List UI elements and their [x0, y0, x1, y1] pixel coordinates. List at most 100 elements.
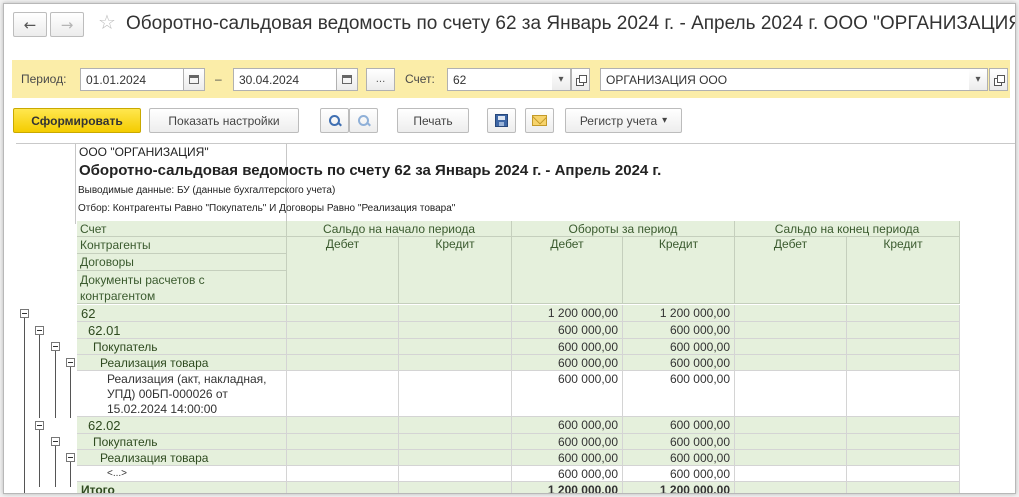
- collapse-icon[interactable]: [66, 453, 75, 462]
- collapse-icon[interactable]: [51, 342, 60, 351]
- closing-debit-cell: [735, 466, 847, 482]
- report-organization: ООО "ОРГАНИЗАЦИЯ": [79, 145, 209, 159]
- turnover-credit-cell: 600 000,00: [623, 355, 735, 371]
- date-from-input[interactable]: 01.01.2024: [80, 68, 184, 91]
- closing-credit-cell: [847, 417, 960, 434]
- tree-line: [55, 350, 56, 418]
- date-from-calendar-button[interactable]: [183, 68, 205, 91]
- send-email-button[interactable]: [525, 108, 554, 133]
- report-output-data: Выводимые данные: БУ (данные бухгалтерск…: [78, 185, 336, 196]
- search-icon: [328, 114, 341, 127]
- favorite-star-icon[interactable]: ☆: [98, 10, 116, 34]
- opening-debit-cell: [287, 305, 399, 322]
- table-row[interactable]: Покупатель 600 000,00 600 000,00: [16, 434, 960, 450]
- collapse-icon[interactable]: [20, 309, 29, 318]
- opening-debit-cell: [287, 417, 399, 434]
- tree-line: [24, 317, 25, 493]
- date-to-input[interactable]: 30.04.2024: [233, 68, 337, 91]
- date-to-calendar-button[interactable]: [336, 68, 358, 91]
- turnover-credit-cell: 600 000,00: [623, 371, 735, 417]
- closing-credit-cell: [847, 434, 960, 450]
- collapse-icon[interactable]: [51, 437, 60, 446]
- table-row[interactable]: 62.02 600 000,00 600 000,00: [16, 417, 960, 434]
- envelope-icon: [532, 115, 547, 126]
- generate-button[interactable]: Сформировать: [13, 108, 141, 133]
- show-settings-button[interactable]: Показать настройки: [149, 108, 299, 133]
- collapse-icon[interactable]: [35, 326, 44, 335]
- turnover-debit-cell: 1 200 000,00: [512, 305, 623, 322]
- organization-open-button[interactable]: [989, 68, 1008, 91]
- organization-input[interactable]: ОРГАНИЗАЦИЯ ООО: [600, 68, 970, 91]
- opening-credit-cell: [399, 417, 512, 434]
- opening-credit-cell: [399, 434, 512, 450]
- column-header-turnover-debit: Дебет: [512, 237, 623, 304]
- closing-credit-cell: [847, 371, 960, 417]
- closing-debit-cell: [735, 482, 847, 493]
- organization-dropdown-button[interactable]: ▾: [969, 68, 988, 91]
- collapse-icon[interactable]: [35, 421, 44, 430]
- column-header-contracts: Договоры: [77, 254, 287, 271]
- closing-credit-cell: [847, 339, 960, 355]
- row-label: Реализация (акт, накладная, УПД) 00БП-00…: [77, 371, 287, 417]
- opening-debit-cell: [287, 434, 399, 450]
- search-cancel-button[interactable]: [349, 108, 378, 133]
- period-select-button[interactable]: ...: [366, 68, 395, 91]
- turnover-credit-cell: 600 000,00: [623, 450, 735, 466]
- closing-debit-cell: [735, 371, 847, 417]
- chevron-down-icon: ▾: [662, 115, 668, 126]
- table-row[interactable]: Реализация товара 600 000,00 600 000,00: [16, 355, 960, 371]
- search-button[interactable]: [320, 108, 349, 133]
- column-header-counterparties: Контрагенты: [77, 237, 287, 254]
- tree-line: [39, 334, 40, 418]
- opening-debit-cell: [287, 482, 399, 493]
- table-row[interactable]: Реализация (акт, накладная, УПД) 00БП-00…: [16, 371, 960, 417]
- account-dropdown-button[interactable]: ▾: [552, 68, 571, 91]
- closing-credit-cell: [847, 450, 960, 466]
- document-line: Реализация (акт, накладная,: [107, 372, 267, 386]
- collapse-icon[interactable]: [66, 358, 75, 367]
- grid-line: [75, 144, 76, 224]
- grouping-tree: [16, 305, 78, 493]
- document-line: 15.02.2024 14:00:00: [107, 402, 218, 416]
- tree-line: [70, 366, 71, 418]
- account-open-button[interactable]: [571, 68, 590, 91]
- column-header-documents-line: Документы расчетов с: [80, 273, 205, 287]
- search-clear-icon: [357, 114, 370, 127]
- print-button[interactable]: Печать: [397, 108, 469, 133]
- turnover-credit-cell: 600 000,00: [623, 417, 735, 434]
- closing-credit-cell: [847, 355, 960, 371]
- forward-button[interactable]: →: [50, 12, 84, 37]
- column-header-turnover: Обороты за период: [512, 221, 735, 237]
- total-row[interactable]: Итого 1 200 000,00 1 200 000,00: [16, 482, 960, 493]
- row-label: 62.01: [77, 322, 287, 339]
- turnover-debit-cell: 600 000,00: [512, 322, 623, 339]
- turnover-credit-cell: 600 000,00: [623, 434, 735, 450]
- account-input[interactable]: 62: [447, 68, 553, 91]
- table-row[interactable]: <...> 600 000,00 600 000,00: [16, 466, 960, 482]
- opening-credit-cell: [399, 466, 512, 482]
- table-row[interactable]: 62 1 200 000,00 1 200 000,00: [16, 305, 960, 322]
- table-row[interactable]: 62.01 600 000,00 600 000,00: [16, 322, 960, 339]
- opening-credit-cell: [399, 322, 512, 339]
- column-header-account: Счет: [77, 221, 287, 237]
- title-bar: ← → ☆ Оборотно-сальдовая ведомость по сч…: [4, 4, 1015, 44]
- back-button[interactable]: ←: [13, 12, 47, 37]
- table-row[interactable]: Покупатель 600 000,00 600 000,00: [16, 339, 960, 355]
- register-button-label: Регистр учета: [579, 113, 658, 128]
- column-header-turnover-credit: Кредит: [623, 237, 735, 304]
- save-button[interactable]: [487, 108, 516, 133]
- register-button[interactable]: Регистр учета ▾: [565, 108, 682, 133]
- turnover-debit-cell: 600 000,00: [512, 339, 623, 355]
- arrow-right-icon: →: [60, 15, 74, 34]
- column-header-closing-debit: Дебет: [735, 237, 847, 304]
- table-row[interactable]: Реализация товара 600 000,00 600 000,00: [16, 450, 960, 466]
- turnover-credit-cell: 1 200 000,00: [623, 305, 735, 322]
- turnover-credit-cell: 600 000,00: [623, 322, 735, 339]
- total-label: Итого: [77, 482, 287, 493]
- opening-debit-cell: [287, 466, 399, 482]
- period-label: Период:: [21, 72, 67, 86]
- tree-line: [39, 429, 40, 487]
- column-header-closing-balance: Сальдо на конец периода: [735, 221, 960, 237]
- opening-credit-cell: [399, 339, 512, 355]
- opening-debit-cell: [287, 371, 399, 417]
